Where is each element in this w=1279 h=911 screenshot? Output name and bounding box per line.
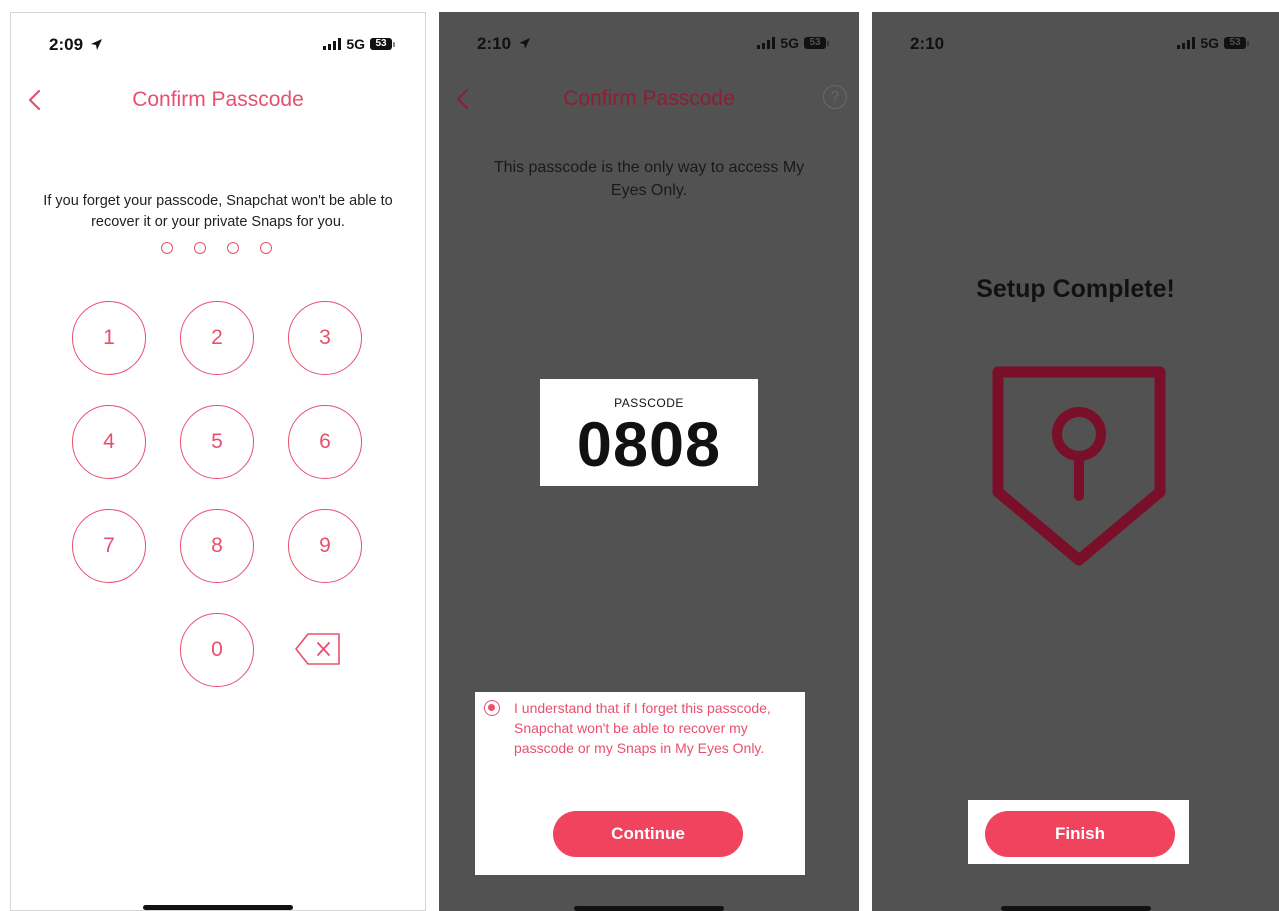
battery-icon: 53 [1224, 37, 1249, 49]
confirm-passcode-screen: 2:09 5G 53 Confirm Passcode If you forge… [10, 12, 426, 911]
network-label: 5G [780, 35, 799, 51]
acknowledge-radio[interactable] [484, 700, 500, 716]
key-4[interactable]: 4 [72, 405, 146, 479]
status-indicators: 5G 53 [757, 35, 829, 51]
passcode-dot [260, 242, 272, 254]
forget-warning-text: If you forget your passcode, Snapchat wo… [43, 193, 393, 230]
passcode-value: 0808 [576, 410, 722, 480]
continue-button[interactable]: Continue [553, 811, 743, 857]
acknowledge-text[interactable]: I understand that if I forget this passc… [514, 698, 797, 758]
home-indicator [574, 906, 724, 911]
passcode-confirmation-screen: 2:10 5G 53 Confirm Passcode ? This passc… [439, 12, 859, 911]
signal-icon [323, 38, 342, 50]
page-title: Confirm Passcode [132, 88, 304, 111]
status-time: 2:10 [477, 34, 531, 54]
status-bar: 2:10 5G 53 [439, 34, 859, 56]
page-title: Confirm Passcode [563, 87, 735, 110]
location-arrow-icon [90, 39, 102, 50]
status-indicators: 5G 53 [1177, 35, 1249, 51]
signal-icon [757, 37, 776, 49]
battery-icon: 53 [370, 38, 395, 50]
status-indicators: 5G 53 [323, 36, 395, 52]
acknowledge-panel: I understand that if I forget this passc… [475, 692, 805, 875]
signal-icon [1177, 37, 1196, 49]
key-3[interactable]: 3 [288, 301, 362, 375]
location-arrow-icon [518, 38, 530, 49]
passcode-card: PASSCODE 0808 [540, 379, 758, 486]
key-0[interactable]: 0 [180, 613, 254, 687]
setup-complete-heading: Setup Complete! [976, 275, 1175, 303]
key-1[interactable]: 1 [72, 301, 146, 375]
home-indicator [143, 905, 293, 910]
passcode-label: PASSCODE [614, 396, 684, 410]
battery-icon: 53 [804, 37, 829, 49]
passcode-dots [161, 242, 272, 254]
key-6[interactable]: 6 [288, 405, 362, 479]
passcode-dot [194, 242, 206, 254]
network-label: 5G [1200, 35, 1219, 51]
passcode-info-text: This passcode is the only way to access … [493, 159, 805, 199]
key-2[interactable]: 2 [180, 301, 254, 375]
passcode-dot [227, 242, 239, 254]
passcode-dot [161, 242, 173, 254]
setup-complete-screen: 2:10 5G 53 Setup Complete! Finish [872, 12, 1279, 911]
status-time: 2:09 [49, 35, 103, 55]
key-9[interactable]: 9 [288, 509, 362, 583]
network-label: 5G [346, 36, 365, 52]
backspace-icon[interactable] [294, 632, 342, 666]
shield-keyhole-icon [992, 366, 1166, 566]
status-bar: 2:09 5G 53 [11, 35, 425, 57]
key-7[interactable]: 7 [72, 509, 146, 583]
home-indicator [1000, 906, 1151, 911]
help-icon[interactable]: ? [823, 85, 847, 109]
key-5[interactable]: 5 [180, 405, 254, 479]
status-time: 2:10 [910, 34, 945, 53]
finish-button[interactable]: Finish [985, 811, 1175, 857]
finish-panel: Finish [968, 800, 1189, 864]
key-8[interactable]: 8 [180, 509, 254, 583]
status-bar: 2:10 5G 53 [872, 34, 1279, 56]
